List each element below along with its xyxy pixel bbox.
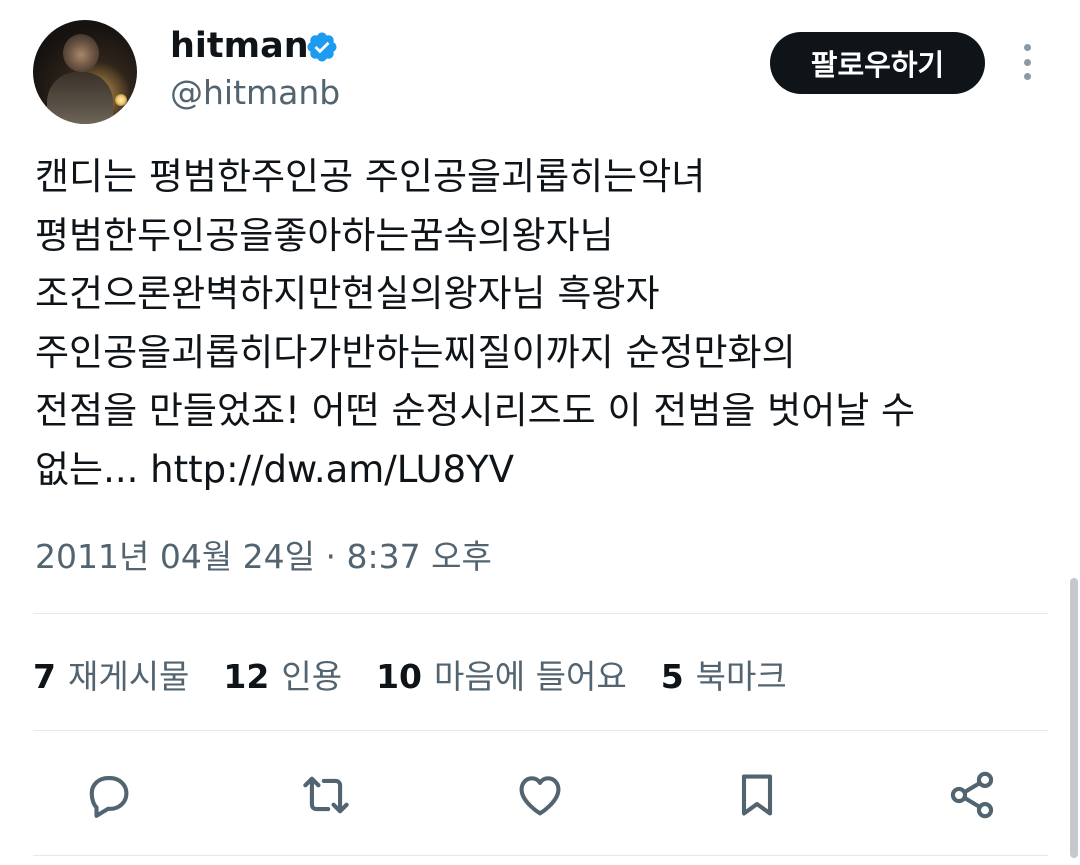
stat-count: 10	[376, 657, 423, 696]
tweet-text-line: 조건으론완벽하지만현실의왕자님 흑왕자	[35, 272, 660, 315]
stat-count: 5	[660, 657, 684, 696]
stat-label: 재게시물	[67, 657, 190, 696]
stat-label: 인용	[281, 657, 343, 696]
stat-likes[interactable]: 10 마음에 들어요	[376, 650, 627, 698]
stat-bookmarks[interactable]: 5 북마크	[661, 650, 787, 698]
avatar-candle-light	[115, 94, 127, 106]
user-handle[interactable]: @hitmanb	[170, 74, 340, 112]
tweet-text: 캔디는 평범한주인공 주인공을괴롭히는악녀 평범한두인공을좋아하는꿈속의왕자님 …	[35, 148, 1055, 499]
bookmark-button[interactable]	[727, 765, 787, 825]
retweet-icon	[303, 776, 349, 814]
stat-count: 7	[33, 657, 56, 696]
stat-label: 마음에 들어요	[434, 657, 627, 696]
stat-count: 12	[223, 657, 270, 696]
avatar[interactable]	[33, 20, 137, 124]
like-button[interactable]	[510, 765, 570, 825]
reply-button[interactable]	[78, 765, 138, 825]
bookmark-icon	[741, 774, 773, 816]
verified-badge-icon	[307, 32, 337, 62]
divider	[33, 613, 1048, 614]
stat-label: 북마크	[695, 657, 787, 696]
share-icon	[950, 771, 994, 819]
tweet-timestamp[interactable]: 2011년 04월 24일 · 8:37 오후	[35, 534, 492, 580]
tweet-text-line: 주인공을괴롭히다가반하는찌질이까지 순정만화의	[35, 330, 796, 374]
display-name[interactable]: hitman	[170, 26, 309, 66]
tweet-text-line: 전점을 만들었죠! 어떤 순정시리즈도 이 전범을 벗어날 수	[35, 389, 916, 432]
avatar-head-shape	[63, 34, 99, 72]
follow-button[interactable]: 팔로우하기	[770, 32, 985, 94]
repost-button[interactable]	[296, 765, 356, 825]
more-dot-icon	[1023, 73, 1031, 80]
engagement-stats: 7 재게시물 12 인용 10 마음에 들어요 5 북마크	[33, 650, 821, 698]
avatar-body-shape	[47, 72, 113, 124]
scrollbar[interactable]	[1070, 578, 1078, 858]
more-dot-icon	[1023, 58, 1031, 66]
tweet-text-line: 캔디는 평범한주인공 주인공을괴롭히는악녀	[35, 155, 706, 198]
divider	[33, 855, 1048, 856]
divider	[33, 730, 1048, 731]
stat-quotes[interactable]: 12 인용	[223, 650, 342, 698]
like-icon	[519, 776, 561, 816]
more-dot-icon	[1023, 44, 1031, 51]
share-button[interactable]	[942, 765, 1002, 825]
tweet-text-line-with-link[interactable]: 없는... http://dw.am/LU8YV	[35, 441, 1055, 500]
more-options-button[interactable]	[1012, 42, 1042, 82]
tweet-text-line: 평범한두인공을좋아하는꿈속의왕자님	[35, 213, 614, 257]
reply-icon	[89, 776, 129, 818]
stat-reposts[interactable]: 7 재게시물	[33, 650, 189, 698]
